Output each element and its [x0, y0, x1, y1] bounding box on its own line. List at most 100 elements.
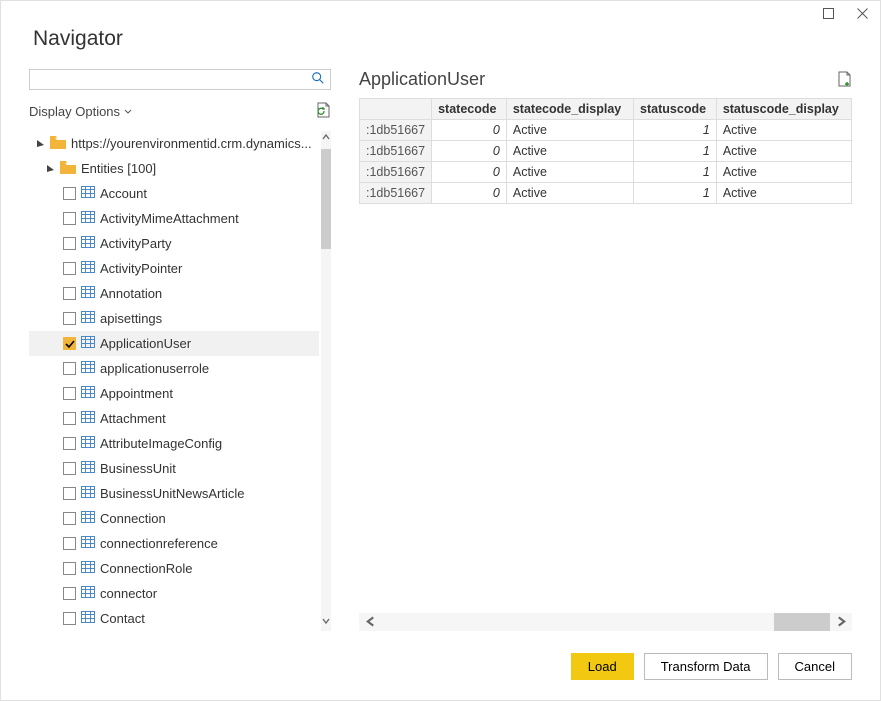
tree-root-node[interactable]: https://yourenvironmentid.crm.dynamics..… [29, 131, 319, 156]
entity-checkbox[interactable] [63, 487, 76, 500]
tree-entity-item[interactable]: Appointment [29, 381, 319, 406]
cell: 1 [634, 162, 717, 183]
column-header[interactable]: statuscode_display [716, 99, 851, 120]
refresh-preview-icon[interactable] [315, 102, 331, 121]
column-header[interactable]: statuscode [634, 99, 717, 120]
table-icon [81, 611, 95, 626]
tree-entity-item[interactable]: connectionreference [29, 531, 319, 556]
scroll-up-arrow[interactable] [321, 131, 331, 147]
entity-checkbox[interactable] [63, 187, 76, 200]
scroll-down-arrow[interactable] [321, 615, 331, 631]
tree-entity-item[interactable]: AttributeImageConfig [29, 431, 319, 456]
tree-entity-item[interactable]: ActivityPointer [29, 256, 319, 281]
cell: 0 [432, 162, 507, 183]
cell: Active [506, 162, 633, 183]
cell: Active [506, 183, 633, 204]
tree-entity-item[interactable]: ActivityMimeAttachment [29, 206, 319, 231]
entity-label: applicationuserrole [100, 361, 209, 376]
maximize-icon[interactable] [820, 7, 836, 22]
transform-data-button[interactable]: Transform Data [644, 653, 768, 680]
table-icon [81, 586, 95, 601]
cell: :1db51667 [360, 162, 432, 183]
entity-label: Contact [100, 611, 145, 626]
entity-label: ActivityMimeAttachment [100, 211, 239, 226]
tree-entity-item[interactable]: applicationuserrole [29, 356, 319, 381]
tree-entity-item[interactable]: Account [29, 181, 319, 206]
tree-entity-item[interactable]: ConnectionRole [29, 556, 319, 581]
tree-entity-item[interactable]: BusinessUnitNewsArticle [29, 481, 319, 506]
table-icon [81, 561, 95, 576]
entity-checkbox[interactable] [63, 462, 76, 475]
entity-label: AttributeImageConfig [100, 436, 222, 451]
entity-label: Attachment [100, 411, 166, 426]
tree-entity-item[interactable]: ApplicationUser [29, 331, 319, 356]
tree-entity-item[interactable]: Attachment [29, 406, 319, 431]
entity-checkbox[interactable] [63, 312, 76, 325]
scroll-right-arrow[interactable] [830, 614, 852, 630]
navigator-tree[interactable]: https://yourenvironmentid.crm.dynamics..… [29, 131, 319, 631]
entity-checkbox[interactable] [63, 262, 76, 275]
table-icon [81, 436, 95, 451]
entity-label: connectionreference [100, 536, 218, 551]
entity-checkbox[interactable] [63, 212, 76, 225]
collapse-caret-icon[interactable] [35, 139, 45, 149]
tree-entity-item[interactable]: Contact [29, 606, 319, 631]
entity-checkbox[interactable] [63, 437, 76, 450]
tree-entity-item[interactable]: BusinessUnit [29, 456, 319, 481]
column-header[interactable] [360, 99, 432, 120]
tree-entity-item[interactable]: apisettings [29, 306, 319, 331]
cancel-button[interactable]: Cancel [778, 653, 852, 680]
table-row[interactable]: :1db516670Active1Active [360, 120, 852, 141]
search-input-wrap[interactable] [29, 69, 331, 90]
chevron-down-icon [124, 108, 132, 116]
add-column-icon[interactable] [836, 71, 852, 90]
cell: 1 [634, 120, 717, 141]
entity-label: ActivityParty [100, 236, 172, 251]
scroll-left-arrow[interactable] [359, 614, 381, 630]
entity-checkbox[interactable] [63, 512, 76, 525]
cell: :1db51667 [360, 183, 432, 204]
cell: 0 [432, 183, 507, 204]
column-header[interactable]: statecode_display [506, 99, 633, 120]
entity-label: Annotation [100, 286, 162, 301]
entity-checkbox[interactable] [63, 587, 76, 600]
preview-hscrollbar[interactable] [359, 613, 852, 631]
table-icon [81, 311, 95, 326]
scroll-thumb[interactable] [321, 149, 331, 249]
entity-checkbox[interactable] [63, 362, 76, 375]
collapse-caret-icon[interactable] [45, 164, 55, 174]
tree-entity-item[interactable]: Annotation [29, 281, 319, 306]
column-header[interactable]: statecode [432, 99, 507, 120]
table-row[interactable]: :1db516670Active1Active [360, 141, 852, 162]
close-icon[interactable] [854, 7, 870, 22]
entity-checkbox[interactable] [63, 287, 76, 300]
search-icon[interactable] [306, 71, 330, 88]
search-input[interactable] [30, 70, 306, 89]
table-row[interactable]: :1db516670Active1Active [360, 162, 852, 183]
tree-entity-item[interactable]: ActivityParty [29, 231, 319, 256]
cell: Active [716, 141, 851, 162]
entity-checkbox[interactable] [63, 237, 76, 250]
cell: Active [506, 120, 633, 141]
entity-label: ActivityPointer [100, 261, 182, 276]
entity-checkbox[interactable] [63, 537, 76, 550]
display-options-dropdown[interactable]: Display Options [29, 104, 132, 119]
entity-checkbox[interactable] [63, 562, 76, 575]
tree-entities-node[interactable]: Entities [100] [29, 156, 319, 181]
entity-checkbox[interactable] [63, 412, 76, 425]
entity-label: apisettings [100, 311, 162, 326]
cell: Active [506, 141, 633, 162]
tree-entity-item[interactable]: Connection [29, 506, 319, 531]
entity-checkbox[interactable] [63, 387, 76, 400]
entity-checkbox[interactable] [63, 337, 76, 350]
table-icon [81, 511, 95, 526]
load-button[interactable]: Load [571, 653, 634, 680]
table-icon [81, 236, 95, 251]
tree-entity-item[interactable]: connector [29, 581, 319, 606]
tree-scrollbar[interactable] [321, 131, 331, 631]
folder-icon [60, 161, 76, 177]
hscroll-thumb[interactable] [774, 613, 830, 631]
table-row[interactable]: :1db516670Active1Active [360, 183, 852, 204]
entity-checkbox[interactable] [63, 612, 76, 625]
cell: :1db51667 [360, 120, 432, 141]
